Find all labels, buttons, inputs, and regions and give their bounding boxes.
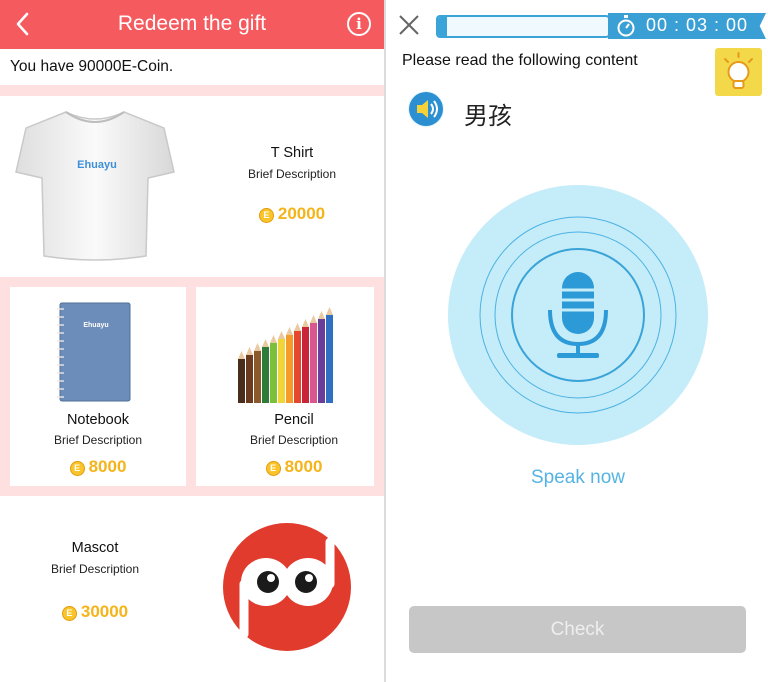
info-icon[interactable]: i bbox=[347, 12, 371, 36]
coin-icon: E bbox=[61, 606, 77, 621]
gift-name: Notebook bbox=[66, 412, 130, 428]
pencil-set bbox=[238, 307, 333, 403]
hint-button[interactable] bbox=[715, 48, 762, 96]
gift-description: Brief Description bbox=[50, 562, 140, 576]
gift-price: E 8000 bbox=[196, 457, 384, 477]
mascot-image bbox=[223, 523, 351, 651]
progress-bar bbox=[436, 15, 610, 38]
gift-name: T Shirt bbox=[270, 145, 314, 161]
target-word: 男孩 bbox=[464, 102, 512, 130]
coin-icon: E bbox=[258, 208, 274, 223]
colored-pencils-image bbox=[238, 307, 333, 403]
gift-description: Brief Description bbox=[53, 433, 143, 447]
gift-item-notebook[interactable]: Ehuayu Notebook Brief Description E 8000 bbox=[10, 287, 186, 486]
gift-price-value: 8000 bbox=[88, 457, 127, 476]
gift-price-value: 30000 bbox=[80, 602, 129, 621]
gift-price: E 8000 bbox=[10, 457, 186, 477]
separator bbox=[0, 85, 384, 96]
speak-now-label: Speak now bbox=[530, 467, 625, 488]
gift-description: Brief Description bbox=[247, 167, 337, 181]
separator bbox=[186, 287, 196, 486]
coin-balance-suffix: E-Coin. bbox=[121, 58, 174, 75]
tshirt-print-text: Ehuayu bbox=[77, 159, 117, 171]
gift-name: Mascot bbox=[71, 540, 119, 556]
countdown-timer: 00 : 03 : 00 bbox=[608, 13, 766, 39]
redeem-gift-screen: Redeem the gift i You have 90000E-Coin. … bbox=[0, 0, 384, 682]
separator bbox=[0, 486, 384, 496]
speaker-button[interactable] bbox=[408, 91, 444, 127]
redeem-header: Redeem the gift i bbox=[0, 0, 384, 49]
tshirt-image: Ehuayu bbox=[15, 111, 175, 261]
gift-price: E 30000 bbox=[0, 602, 190, 622]
page-title: Redeem the gift bbox=[117, 12, 267, 35]
gift-description: Brief Description bbox=[249, 433, 339, 447]
stopwatch-icon bbox=[617, 15, 635, 37]
coin-balance-value: 90000 bbox=[78, 58, 122, 75]
gift-price: E 20000 bbox=[200, 204, 384, 224]
instruction-text: Please read the following content bbox=[402, 52, 638, 69]
gift-item-pencil[interactable]: Pencil Brief Description E 8000 bbox=[196, 287, 374, 486]
check-button[interactable]: Check bbox=[409, 606, 746, 653]
close-icon[interactable] bbox=[398, 14, 420, 36]
coin-balance-prefix: You have bbox=[10, 58, 79, 75]
notebook-image: Ehuayu bbox=[57, 302, 131, 402]
speaking-exercise-screen: 00 : 03 : 00 Please read the following c… bbox=[384, 0, 768, 682]
separator bbox=[0, 277, 384, 287]
coin-balance: You have 90000E-Coin. bbox=[10, 58, 173, 76]
notebook-cover-text: Ehuayu bbox=[83, 322, 108, 329]
speaker-icon bbox=[409, 92, 443, 126]
gift-name: Pencil bbox=[274, 412, 314, 428]
gift-item-tshirt[interactable]: Ehuayu T Shirt Brief Description E 20000 bbox=[0, 96, 384, 277]
coin-icon: E bbox=[69, 461, 85, 476]
gift-item-mascot[interactable]: Mascot Brief Description E 30000 bbox=[0, 496, 384, 682]
lightbulb-icon bbox=[724, 52, 753, 89]
record-button[interactable] bbox=[447, 184, 709, 446]
separator bbox=[0, 287, 10, 486]
coin-icon: E bbox=[265, 461, 281, 476]
gift-price-value: 20000 bbox=[277, 204, 326, 223]
gift-price-value: 8000 bbox=[284, 457, 323, 476]
timer-value: 00 : 03 : 00 bbox=[646, 15, 749, 35]
progress-fill bbox=[438, 17, 447, 36]
microphone-icon bbox=[448, 185, 708, 445]
